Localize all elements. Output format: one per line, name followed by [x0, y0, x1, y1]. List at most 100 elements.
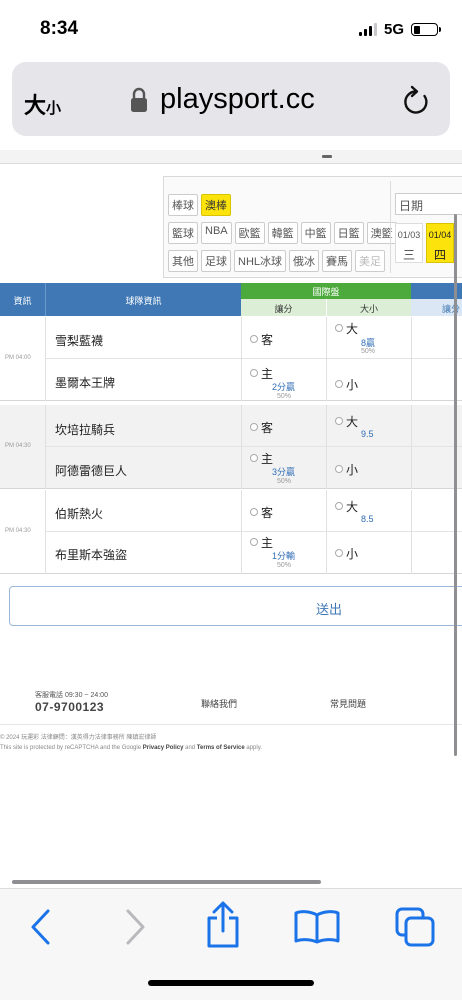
radio-icon [335, 465, 343, 473]
radio-icon [335, 502, 343, 510]
network-label: 5G [383, 21, 404, 38]
footer-divider [0, 724, 462, 725]
radio-icon [250, 369, 258, 377]
option-label: 大 [346, 322, 359, 336]
header-info: 資訊 [0, 283, 45, 316]
contact-link[interactable]: 聯絡我們 [201, 697, 237, 710]
submit-button[interactable]: 送出 [9, 586, 462, 626]
vertical-scrollbar[interactable] [454, 214, 457, 756]
bet-away-handicap[interactable]: 客 [250, 331, 273, 348]
service-hours: 客服電話 09:30 ~ 24:00 [35, 692, 108, 699]
option-label: 主 [261, 536, 274, 550]
terms-link[interactable]: Terms of Service [197, 745, 245, 751]
header-total: 大小 [326, 299, 411, 316]
option-label: 客 [261, 506, 274, 520]
date-0104[interactable]: 01/04 四 [426, 223, 454, 263]
date-label: 日期 [395, 193, 462, 215]
bet-home-handicap[interactable]: 主 [250, 534, 273, 551]
bet-over[interactable]: 大 [335, 413, 358, 430]
filter-soccer[interactable]: 足球 [201, 250, 231, 272]
home-indicator [148, 980, 314, 986]
bookmarks-icon[interactable] [293, 910, 341, 944]
header-team: 球隊資訊 [45, 283, 241, 316]
radio-icon [250, 454, 258, 462]
bet-under[interactable]: 小 [335, 461, 358, 478]
battery-icon [411, 23, 441, 36]
bet-under[interactable]: 小 [335, 545, 358, 562]
forward-icon[interactable] [122, 907, 148, 947]
horizontal-scrollbar[interactable] [12, 880, 321, 884]
handicap-value: 3分贏 [272, 467, 296, 477]
bet-over[interactable]: 大 [335, 498, 358, 515]
date-weekday: 四 [433, 248, 446, 262]
radio-icon [250, 508, 258, 516]
game-time: PM 04:00 [5, 355, 31, 361]
bet-away-handicap[interactable]: 客 [250, 504, 273, 521]
filter-american-football[interactable]: 美足 [355, 250, 386, 272]
recaptcha-notice: This site is protected by reCAPTCHA and … [0, 745, 262, 751]
home-team: 墨爾本王牌 [55, 376, 116, 390]
filter-basketball[interactable]: 籃球 [168, 222, 198, 244]
filter-aus-basketball[interactable]: 澳籃 [366, 222, 397, 244]
option-label: 小 [346, 378, 359, 392]
filter-russia-hockey[interactable]: 俄冰 [289, 250, 320, 272]
share-icon[interactable] [204, 901, 242, 949]
header-handicap: 讓分 [241, 299, 326, 316]
page-top-strip [0, 150, 462, 164]
bet-away-handicap[interactable]: 客 [250, 419, 273, 436]
radio-icon [250, 538, 258, 546]
filter-china-basketball[interactable]: 中籃 [300, 222, 331, 244]
back-icon[interactable] [28, 907, 54, 947]
reload-icon[interactable] [401, 85, 431, 117]
game-row: PM 04:30 伯斯熱火 布里斯本強盜 客 主 1分輸 50% 大 8.5 小 [0, 490, 462, 574]
header-intl-label: 國際盤 [312, 287, 340, 297]
bet-home-handicap[interactable]: 主 [250, 450, 273, 467]
away-team: 伯斯熱火 [55, 507, 104, 521]
recaptcha-prefix: This site is protected by reCAPTCHA and … [0, 745, 143, 751]
handicap-value: 2分贏 [272, 382, 296, 392]
filter-abl[interactable]: 澳棒 [201, 194, 231, 216]
filter-panel: 棒球 澳棒 籃球 NBA 歐籃 韓籃 中籃 日籃 澳籃 其他 足球 NHL冰球 … [163, 176, 462, 278]
filter-other[interactable]: 其他 [168, 250, 198, 272]
away-team: 坎培拉騎兵 [55, 423, 116, 437]
option-label: 客 [261, 333, 274, 347]
tabs-icon[interactable] [394, 906, 436, 948]
filter-nhl[interactable]: NHL冰球 [234, 250, 287, 272]
handicap-pct: 50% [277, 478, 292, 485]
service-phone[interactable]: 07-9700123 [35, 700, 104, 714]
bet-under[interactable]: 小 [335, 376, 358, 393]
home-team: 阿德雷德巨人 [55, 464, 128, 478]
copyright: © 2024 玩運彩 法律顧問：漢英得力法律事務所 陳鎮宏律師 [0, 735, 157, 741]
date-0103[interactable]: 01/03 三 [395, 223, 423, 263]
bet-over[interactable]: 大 [335, 320, 358, 337]
game-row: PM 04:00 雪梨藍襪 墨爾本王牌 客 主 2分贏 50% 大 8贏 50%… [0, 317, 462, 401]
recaptcha-and: and [183, 745, 197, 751]
filter-baseball[interactable]: 棒球 [168, 194, 198, 216]
filter-japan-basketball[interactable]: 日籃 [333, 222, 364, 244]
text-size-large: 大 [24, 93, 47, 118]
signal-icon [358, 23, 377, 36]
filter-korea-basketball[interactable]: 韓籃 [267, 222, 298, 244]
option-label: 大 [346, 415, 359, 429]
option-label: 小 [346, 463, 359, 477]
filter-divider [390, 181, 391, 273]
game-row: PM 04:30 坎培拉騎兵 阿德雷德巨人 客 主 3分贏 50% 大 9.5 … [0, 405, 462, 489]
bet-home-handicap[interactable]: 主 [250, 365, 273, 382]
faq-link[interactable]: 常見問題 [330, 697, 366, 710]
text-size-button[interactable]: 大小 [24, 88, 61, 120]
option-label: 客 [261, 421, 274, 435]
radio-icon [250, 423, 258, 431]
status-indicators: 5G [358, 21, 441, 38]
filter-euro-basketball[interactable]: 歐籃 [234, 222, 265, 244]
radio-icon [335, 380, 343, 388]
filter-nba[interactable]: NBA [201, 222, 232, 244]
option-label: 主 [261, 452, 274, 466]
filter-horse-racing[interactable]: 賽馬 [322, 250, 353, 272]
text-size-small: 小 [46, 100, 62, 117]
url-text[interactable]: playsport.cc [160, 83, 315, 116]
privacy-policy-link[interactable]: Privacy Policy [143, 745, 184, 751]
recaptcha-apply: apply. [244, 745, 262, 751]
drag-handle-icon [322, 155, 332, 158]
date-value: 01/03 [397, 230, 421, 240]
option-label: 小 [346, 547, 359, 561]
